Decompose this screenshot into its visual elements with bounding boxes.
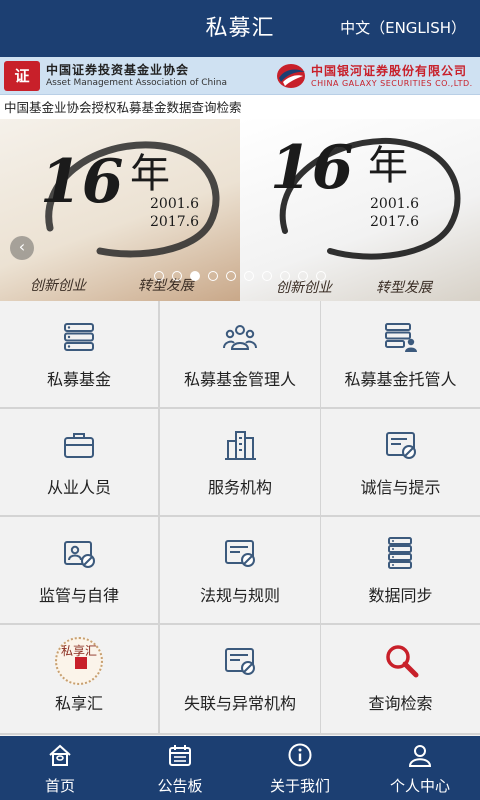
menu-item[interactable]: 私募基金管理人 bbox=[160, 301, 320, 407]
managers-group-icon bbox=[223, 325, 257, 350]
tab-info[interactable]: 关于我们 bbox=[240, 736, 360, 800]
app-header: 私募汇 中文（ENGLISH） bbox=[0, 0, 480, 57]
menu-item-label: 私募基金托管人 bbox=[344, 370, 457, 389]
private-seal-icon: 私享汇 bbox=[55, 637, 103, 685]
menu-item-label: 法规与规则 bbox=[199, 586, 280, 605]
menu-item-label: 从业人员 bbox=[46, 478, 111, 497]
menu-item[interactable]: 服务机构 bbox=[160, 409, 320, 515]
seal-stamp-icon bbox=[75, 657, 87, 669]
user-icon bbox=[408, 745, 432, 767]
carousel-dot[interactable] bbox=[298, 271, 308, 281]
promo-carousel[interactable]: 16 年 2001.6 2017.6 创新创业 转型发展 16 年 2001.6… bbox=[0, 119, 480, 301]
menu-item[interactable]: 查询检索 bbox=[321, 625, 480, 733]
tab-label: 公告板 bbox=[157, 777, 203, 795]
menu-item[interactable]: 数据同步 bbox=[321, 517, 480, 623]
menu-item[interactable]: 法规与规则 bbox=[160, 517, 320, 623]
menu-item[interactable]: 失联与异常机构 bbox=[160, 625, 320, 733]
carousel-pagination bbox=[0, 271, 480, 281]
carousel-dot[interactable] bbox=[280, 271, 290, 281]
fund-stack-icon bbox=[64, 323, 94, 351]
carousel-dot[interactable] bbox=[262, 271, 272, 281]
bottom-tab-bar: 首页 公告板 关于我们 个人中心 bbox=[0, 736, 480, 800]
menu-item-label: 私募基金 bbox=[46, 370, 111, 389]
tab-user[interactable]: 个人中心 bbox=[360, 736, 480, 800]
date-start: 2001.6 bbox=[150, 196, 199, 212]
language-toggle[interactable]: 中文（ENGLISH） bbox=[340, 0, 466, 57]
menu-item-label: 私享汇 bbox=[54, 694, 103, 713]
carousel-dot[interactable] bbox=[244, 271, 254, 281]
banner-subtitle: 中国基金业协会授权私募基金数据查询检索 bbox=[4, 100, 242, 115]
tab-label: 首页 bbox=[44, 777, 75, 795]
menu-item[interactable]: 监管与自律 bbox=[0, 517, 158, 623]
menu-item-label: 数据同步 bbox=[368, 586, 433, 605]
carousel-dot[interactable] bbox=[208, 271, 218, 281]
menu-item-label: 查询检索 bbox=[368, 694, 433, 713]
menu-item[interactable]: 私募基金托管人 bbox=[321, 301, 480, 407]
feature-menu-grid: 私募基金 私募基金管理人 私募基金托管人从业人员 服务机构 诚信与提示监管与自律 法规与规… bbox=[0, 301, 480, 735]
tab-bulletin[interactable]: 公告板 bbox=[120, 736, 240, 800]
anniversary-dates: 2001.6 2017.6 bbox=[150, 195, 199, 231]
anniversary-dates: 2001.6 2017.6 bbox=[370, 195, 419, 231]
anniversary-char: 年 bbox=[368, 143, 408, 189]
custodian-server-icon bbox=[384, 323, 417, 352]
sponsor-banner: 证 中国证券投资基金业协会 Asset Management Associati… bbox=[0, 57, 480, 119]
tab-label: 个人中心 bbox=[389, 777, 450, 795]
briefcase-icon bbox=[64, 433, 94, 458]
data-sync-icon bbox=[387, 537, 412, 569]
menu-item[interactable]: 私募基金 bbox=[0, 301, 158, 407]
sponsor-strip: 证 中国证券投资基金业协会 Asset Management Associati… bbox=[0, 57, 480, 95]
warning-card-icon bbox=[385, 432, 416, 459]
galaxy-name-cn: 中国银河证券股份有限公司 bbox=[311, 64, 468, 78]
regulation-icon bbox=[225, 540, 255, 567]
date-end: 2017.6 bbox=[150, 214, 199, 230]
carousel-dot[interactable] bbox=[172, 271, 182, 281]
amac-name-en: Asset Management Association of China bbox=[46, 78, 227, 88]
menu-item-label: 失联与异常机构 bbox=[183, 694, 296, 713]
menu-item-label: 私募基金管理人 bbox=[183, 370, 296, 389]
carousel-prev-button[interactable]: ‹ bbox=[10, 236, 34, 260]
anniversary-number: 16 bbox=[270, 133, 354, 203]
amac-name-cn: 中国证券投资基金业协会 bbox=[46, 63, 190, 77]
building-icon bbox=[225, 431, 256, 460]
amac-logo: 证 bbox=[4, 61, 40, 91]
date-end: 2017.6 bbox=[370, 214, 419, 230]
tab-label: 关于我们 bbox=[269, 777, 330, 795]
supervision-icon bbox=[64, 541, 95, 568]
home-icon bbox=[49, 744, 71, 766]
search-icon bbox=[385, 645, 418, 678]
info-icon bbox=[288, 743, 312, 767]
carousel-dot[interactable] bbox=[226, 271, 236, 281]
menu-item[interactable]: 从业人员 bbox=[0, 409, 158, 515]
menu-item-label: 诚信与提示 bbox=[360, 478, 441, 497]
date-start: 2001.6 bbox=[370, 196, 419, 212]
carousel-dot[interactable] bbox=[190, 271, 200, 281]
bulletin-icon bbox=[169, 745, 191, 766]
anniversary-char: 年 bbox=[130, 151, 170, 197]
carousel-dot[interactable] bbox=[316, 271, 326, 281]
seal-text: 私享汇 bbox=[60, 644, 97, 658]
menu-item-label: 服务机构 bbox=[207, 478, 272, 497]
carousel-dot[interactable] bbox=[154, 271, 164, 281]
galaxy-logo bbox=[277, 64, 305, 88]
menu-item-label: 监管与自律 bbox=[38, 586, 119, 605]
abnormal-org-icon bbox=[225, 648, 255, 675]
anniversary-number: 16 bbox=[40, 147, 124, 217]
menu-item[interactable]: 私享汇 私享汇 bbox=[0, 625, 158, 733]
tab-home[interactable]: 首页 bbox=[0, 736, 120, 800]
menu-item[interactable]: 诚信与提示 bbox=[321, 409, 480, 515]
galaxy-name-en: CHINA GALAXY SECURITIES CO.,LTD. bbox=[311, 79, 473, 88]
